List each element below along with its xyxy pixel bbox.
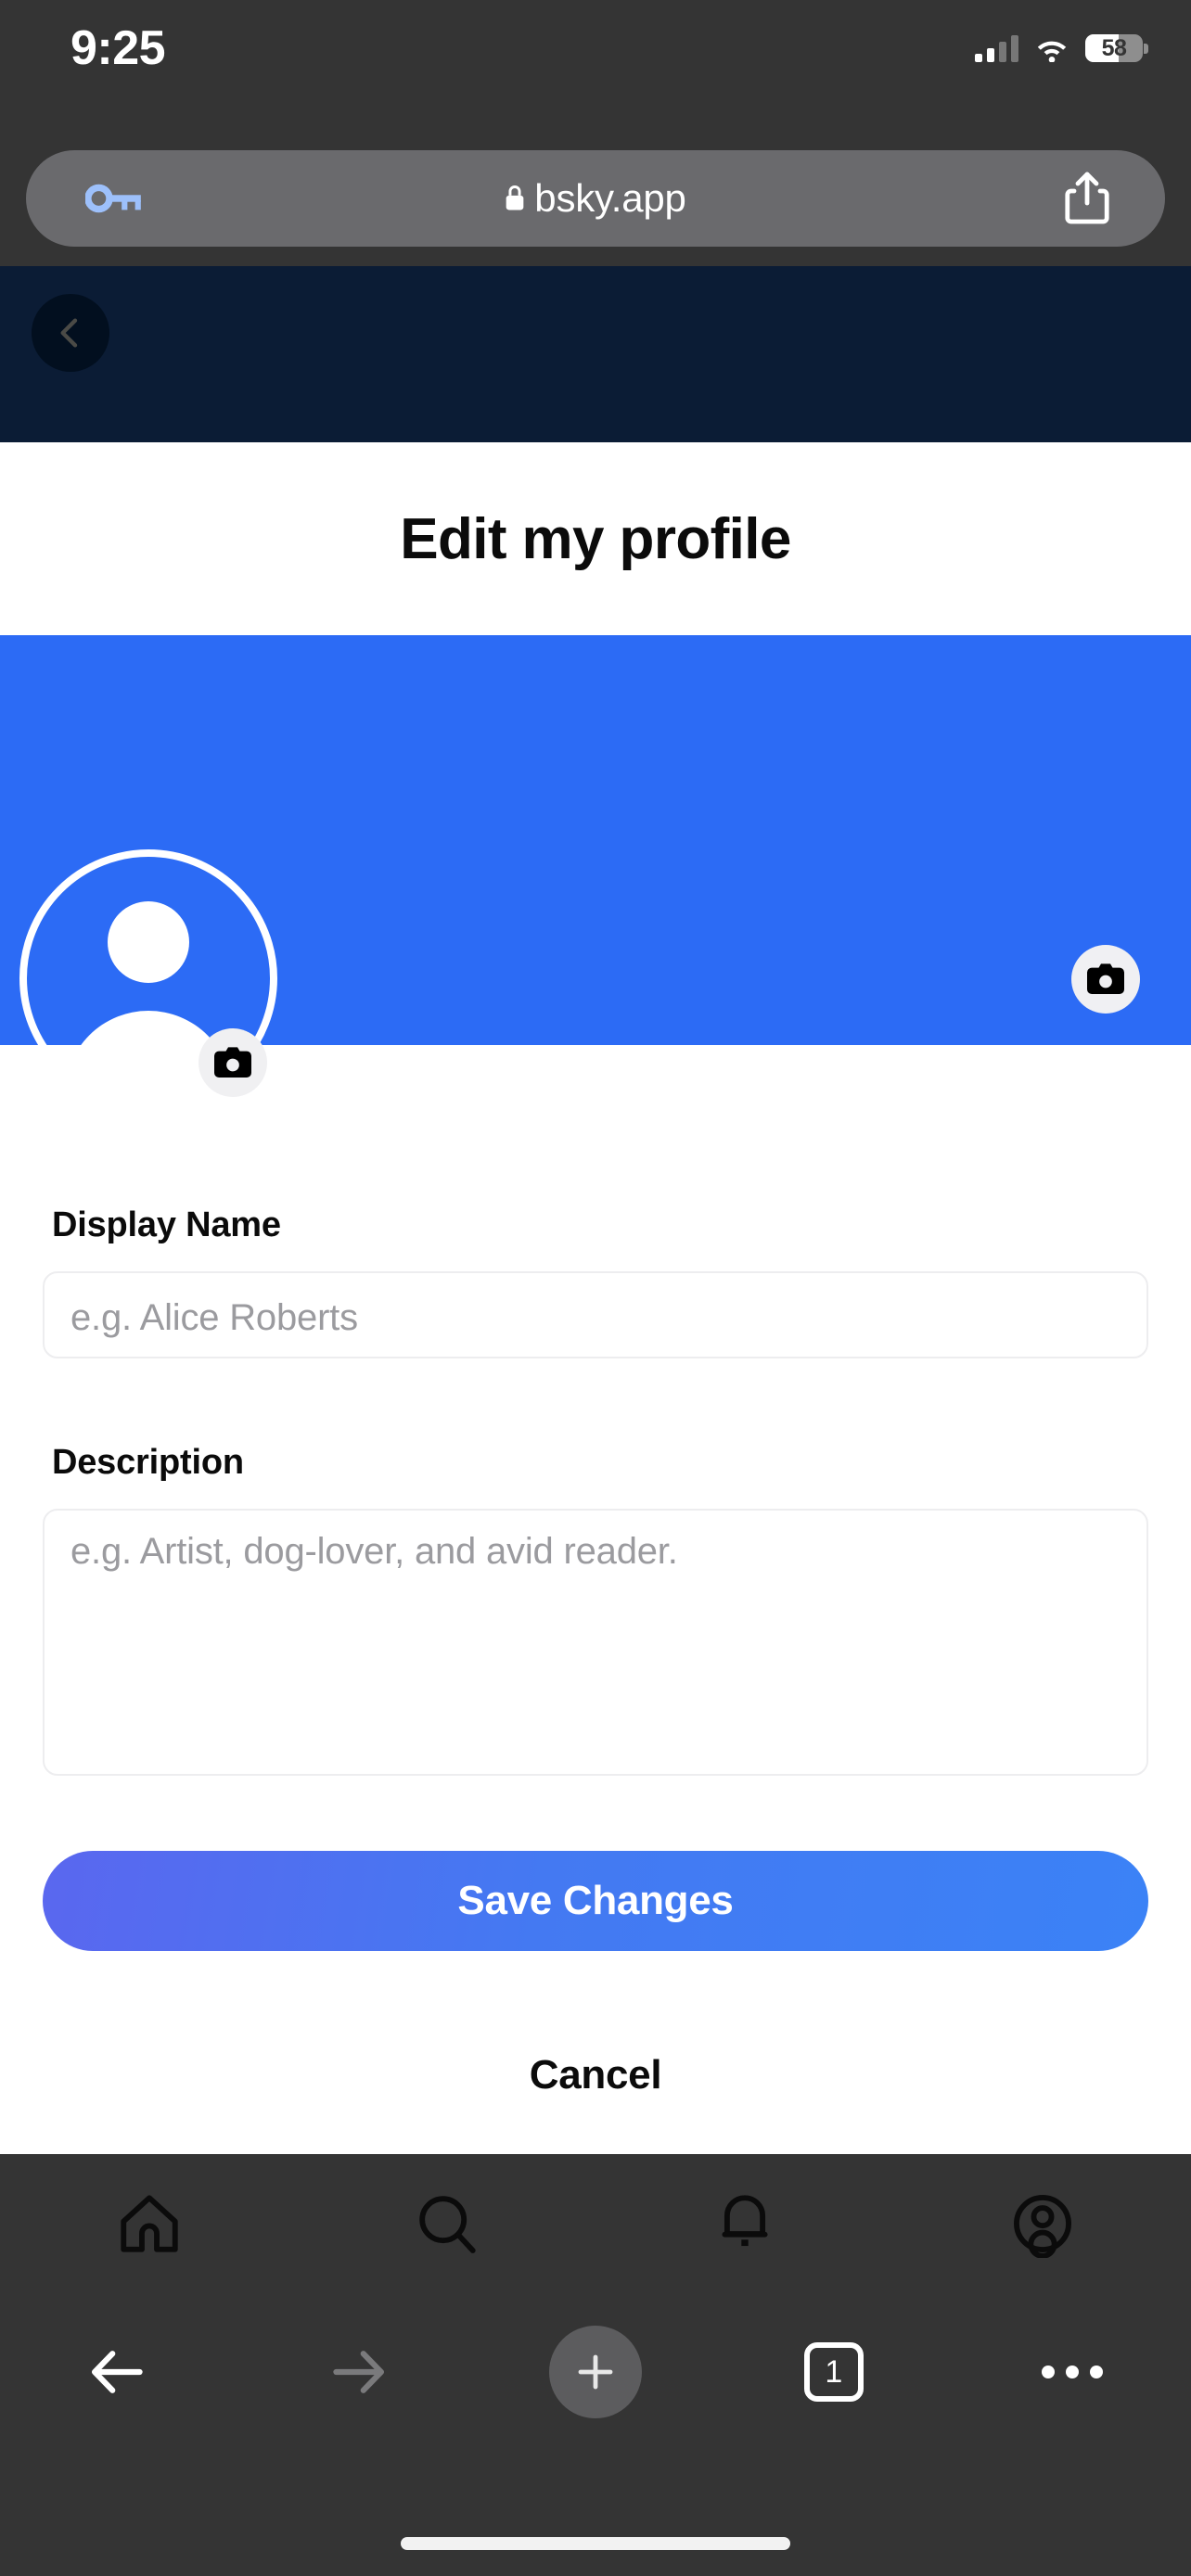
tab-count-badge: 1 xyxy=(803,2342,864,2402)
browser-url-bar-container: bsky.app xyxy=(0,150,1191,261)
app-bottom-nav xyxy=(0,2154,1191,2293)
share-icon[interactable] xyxy=(1065,172,1109,225)
nav-item-profile[interactable] xyxy=(893,2154,1191,2293)
home-icon xyxy=(120,2195,178,2252)
edit-banner-button[interactable] xyxy=(1071,945,1140,1014)
new-tab-button[interactable] xyxy=(477,2326,715,2418)
chevron-left-icon xyxy=(60,318,78,348)
camera-icon xyxy=(1087,963,1124,994)
browser-back-button[interactable] xyxy=(0,2343,238,2401)
browser-more-button[interactable] xyxy=(953,2366,1191,2378)
save-changes-label: Save Changes xyxy=(457,1878,734,1923)
save-changes-button[interactable]: Save Changes xyxy=(43,1851,1148,1951)
description-placeholder: e.g. Artist, dog-lover, and avid reader. xyxy=(70,1531,678,1572)
lock-icon xyxy=(506,185,524,210)
phone-screen: 9:25 58 bsky.app Edit my profile Display… xyxy=(0,0,1191,2576)
person-icon xyxy=(108,901,189,983)
battery-icon: 58 xyxy=(1085,34,1148,62)
nav-item-notifications[interactable] xyxy=(596,2154,893,2293)
tab-count-value: 1 xyxy=(825,2353,843,2390)
page-title-band: Edit my profile xyxy=(0,442,1191,635)
cancel-button[interactable]: Cancel xyxy=(0,2031,1191,2120)
arrow-left-icon xyxy=(92,2351,144,2393)
cancel-label: Cancel xyxy=(529,2052,662,2098)
cellular-signal-icon xyxy=(975,34,1018,62)
status-bar: 9:25 58 xyxy=(0,0,1191,145)
search-icon xyxy=(418,2196,476,2253)
display-name-placeholder: e.g. Alice Roberts xyxy=(70,1297,358,1338)
url-bar[interactable]: bsky.app xyxy=(26,150,1165,247)
plus-icon xyxy=(578,2354,613,2390)
nav-item-search[interactable] xyxy=(298,2154,596,2293)
description-input[interactable]: e.g. Artist, dog-lover, and avid reader. xyxy=(43,1509,1148,1776)
edit-avatar-button[interactable] xyxy=(198,1028,267,1097)
person-circle-icon xyxy=(1013,2195,1071,2258)
status-bar-indicators: 58 xyxy=(975,28,1148,69)
back-button[interactable] xyxy=(32,294,109,372)
ellipsis-icon xyxy=(1041,2366,1103,2378)
browser-bottom-toolbar: 1 xyxy=(0,2293,1191,2576)
browser-forward-button[interactable] xyxy=(238,2343,477,2401)
status-bar-time: 9:25 xyxy=(70,21,166,75)
description-label: Description xyxy=(52,1443,244,1482)
bell-icon xyxy=(721,2195,768,2247)
wifi-icon xyxy=(1037,41,1067,62)
arrow-right-icon xyxy=(333,2351,385,2393)
url-text: bsky.app xyxy=(534,176,686,220)
tabs-button[interactable]: 1 xyxy=(714,2342,953,2402)
battery-percent: 58 xyxy=(1101,34,1127,61)
app-top-bar xyxy=(0,266,1191,442)
url-display[interactable]: bsky.app xyxy=(26,176,1165,221)
display-name-label: Display Name xyxy=(52,1205,281,1244)
home-indicator xyxy=(401,2537,790,2550)
camera-icon xyxy=(214,1047,251,1078)
nav-item-home[interactable] xyxy=(0,2154,298,2293)
display-name-input[interactable]: e.g. Alice Roberts xyxy=(43,1271,1148,1358)
page-title: Edit my profile xyxy=(400,506,791,571)
